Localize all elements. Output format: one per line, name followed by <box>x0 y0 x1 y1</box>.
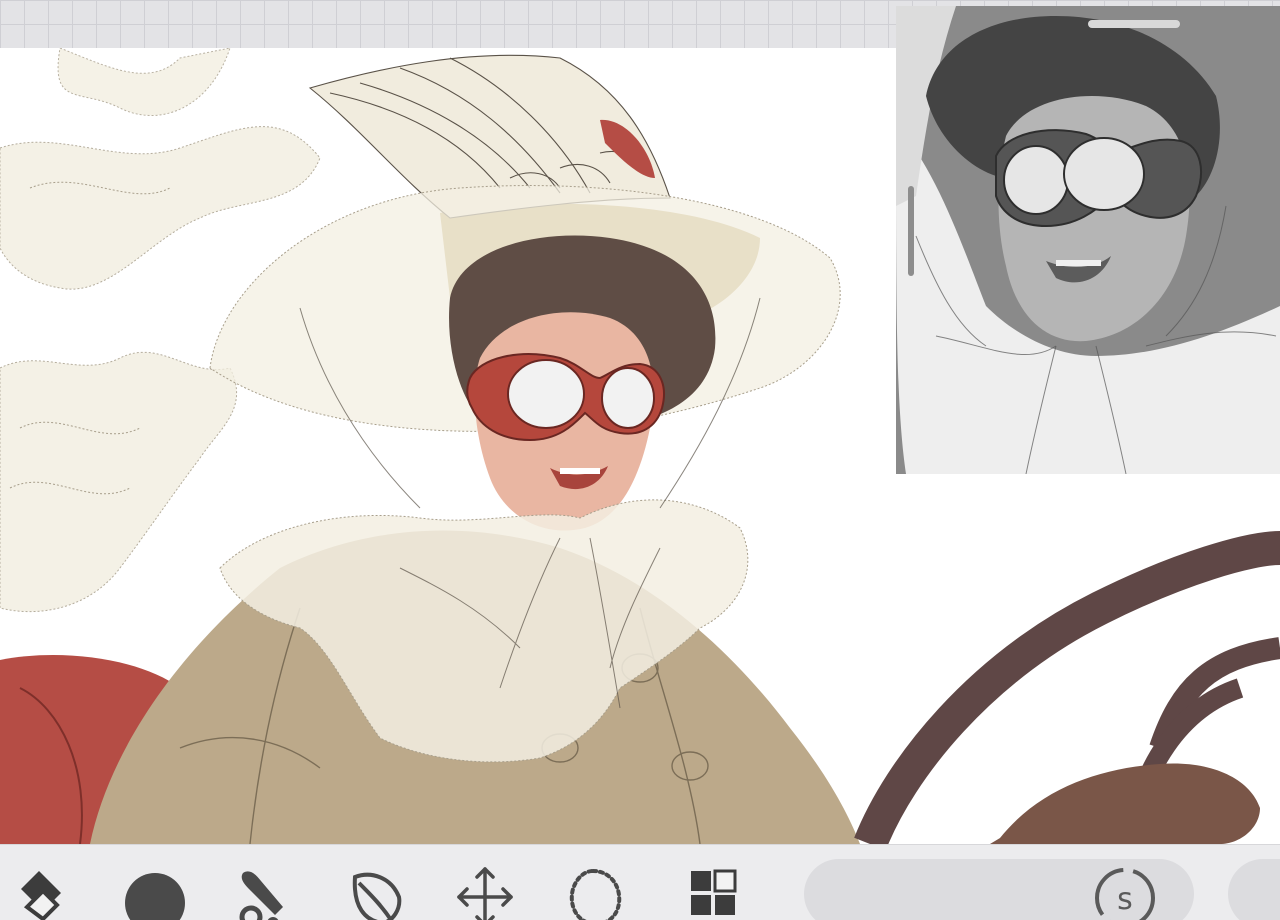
smudge-tool-button[interactable] <box>340 863 410 920</box>
layers-grid-icon <box>691 869 737 915</box>
color-swatch-button[interactable] <box>1228 859 1280 920</box>
lasso-icon <box>569 868 622 920</box>
drawing-app: s <box>0 0 1280 920</box>
slider-thumb[interactable]: s <box>1090 863 1160 920</box>
filled-circle-icon <box>125 873 185 920</box>
brush-icon <box>239 871 283 920</box>
panel-resize-handle[interactable] <box>908 186 914 276</box>
fill-tool-button[interactable] <box>4 863 74 920</box>
panel-drag-handle[interactable] <box>1088 20 1180 28</box>
bottom-toolbar: s <box>0 844 1280 920</box>
lasso-tool-button[interactable] <box>560 863 630 920</box>
goggles <box>466 353 665 442</box>
brush-tool-button[interactable] <box>228 863 298 920</box>
leaf-icon <box>352 872 402 920</box>
move-arrows-icon <box>457 867 513 920</box>
glove <box>990 763 1260 844</box>
paint-bucket-icon <box>21 871 61 920</box>
brush-size-button[interactable] <box>118 863 188 920</box>
opacity-slider[interactable]: s <box>804 859 1194 920</box>
s-circle-icon: s <box>1095 868 1155 920</box>
move-tool-button[interactable] <box>450 863 520 920</box>
layers-tool-button[interactable] <box>678 863 748 920</box>
reference-image <box>896 6 1280 474</box>
reference-panel[interactable] <box>896 6 1280 474</box>
svg-text:s: s <box>1117 882 1133 917</box>
